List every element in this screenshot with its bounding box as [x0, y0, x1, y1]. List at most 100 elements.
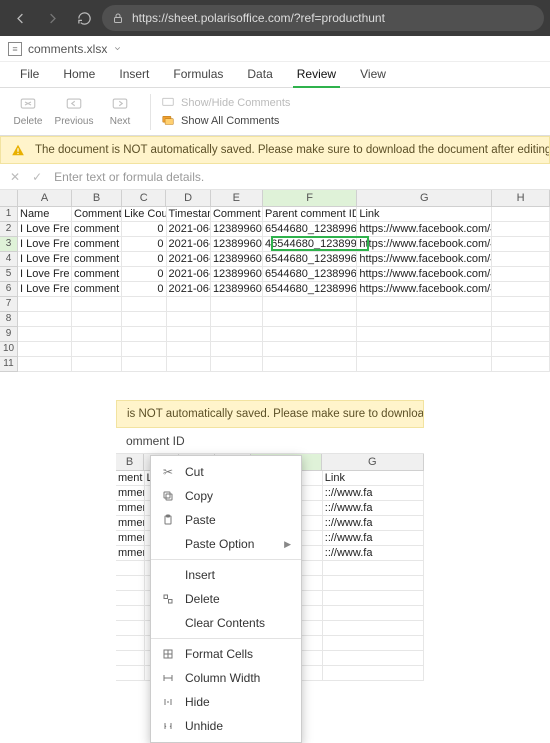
cell[interactable] — [18, 312, 72, 326]
col-header[interactable]: G — [357, 190, 492, 206]
cell[interactable] — [116, 606, 145, 620]
cell[interactable]: 6544680_12389964 — [263, 267, 357, 281]
col-header[interactable]: E — [211, 190, 263, 206]
cell[interactable]: I Love Fre — [18, 282, 72, 296]
cell[interactable] — [167, 357, 211, 371]
col-header[interactable]: G — [322, 454, 424, 470]
cell[interactable] — [263, 297, 357, 311]
address-bar[interactable]: https://sheet.polarisoffice.com/?ref=pro… — [102, 5, 544, 31]
menu-unhide[interactable]: Unhide — [151, 714, 301, 738]
menu-clear-contents[interactable]: Clear Contents — [151, 611, 301, 635]
cell[interactable] — [323, 651, 424, 665]
column-headers[interactable]: ABCDEFGH — [18, 190, 550, 207]
cell[interactable]: 6544680_12389965 — [263, 252, 357, 266]
cell[interactable]: comment — [72, 222, 122, 236]
menu-paste[interactable]: Paste — [151, 508, 301, 532]
cell[interactable]: 2021-06-0 — [167, 267, 211, 281]
menu-column-width[interactable]: Column Width — [151, 666, 301, 690]
menu-insert[interactable]: Insert — [151, 563, 301, 587]
cell[interactable]: I Love Fre — [18, 222, 72, 236]
cell[interactable] — [72, 357, 122, 371]
tab-review[interactable]: Review — [285, 62, 348, 87]
cell[interactable] — [263, 327, 357, 341]
formula-accept-icon[interactable]: ✓ — [32, 170, 42, 184]
cell[interactable] — [323, 606, 424, 620]
cell[interactable] — [18, 327, 72, 341]
cell[interactable] — [211, 327, 263, 341]
previous-comment-button[interactable]: Previous — [54, 96, 94, 128]
cell[interactable]: https://www.facebook.com/4338104903965 — [357, 237, 492, 251]
cell[interactable]: Comment — [211, 207, 263, 221]
cell[interactable] — [18, 297, 72, 311]
show-all-comments-button[interactable]: Show All Comments — [161, 114, 290, 128]
cell[interactable] — [116, 621, 145, 635]
tab-data[interactable]: Data — [235, 62, 284, 87]
cell[interactable]: 123899604 — [211, 237, 263, 251]
cell[interactable]: 0 — [122, 222, 166, 236]
cell[interactable]: https://www.facebook.com/4338104903965 — [357, 252, 492, 266]
col-header[interactable]: B — [72, 190, 122, 206]
cell[interactable]: ment — [116, 471, 145, 485]
col-header[interactable]: F — [263, 190, 357, 206]
menu-format-cells[interactable]: Format Cells — [151, 642, 301, 666]
cell[interactable] — [122, 327, 166, 341]
cell[interactable] — [122, 297, 166, 311]
cell[interactable] — [492, 222, 550, 236]
row-header[interactable]: 4 — [0, 252, 17, 267]
cell[interactable] — [263, 312, 357, 326]
cell[interactable]: Link — [323, 471, 424, 485]
cell[interactable]: 0 — [122, 237, 166, 251]
cell[interactable]: Link — [357, 207, 492, 221]
row-header[interactable]: 7 — [0, 297, 17, 312]
row-header[interactable]: 11 — [0, 357, 17, 372]
delete-comment-button[interactable]: Delete — [8, 96, 48, 128]
cell[interactable] — [492, 357, 550, 371]
cell[interactable] — [357, 357, 492, 371]
cell[interactable] — [357, 327, 492, 341]
cell[interactable]: comment — [72, 252, 122, 266]
cell[interactable] — [211, 297, 263, 311]
cell[interactable]: I Love Fre — [18, 252, 72, 266]
col-header[interactable]: H — [492, 190, 550, 206]
row-headers[interactable]: 1234567891011 — [0, 207, 18, 372]
row-header[interactable]: 1 — [0, 207, 17, 222]
cell[interactable]: 2021-06-0 — [167, 222, 211, 236]
cell[interactable] — [492, 237, 550, 251]
select-all-corner[interactable] — [0, 190, 18, 207]
cell[interactable]: mment — [116, 516, 145, 530]
chevron-down-icon[interactable] — [113, 44, 122, 53]
cell[interactable]: 2021-06-0 — [167, 252, 211, 266]
cell[interactable] — [167, 342, 211, 356]
cell[interactable] — [492, 282, 550, 296]
cell[interactable]: https://www.facebook.com/4338104903965 — [357, 282, 492, 296]
menu-cut[interactable]: ✂Cut — [151, 460, 301, 484]
cell[interactable] — [323, 576, 424, 590]
cell[interactable]: 0 — [122, 252, 166, 266]
col-header[interactable]: D — [166, 190, 210, 206]
tab-formulas[interactable]: Formulas — [161, 62, 235, 87]
cell[interactable]: 0 — [122, 282, 166, 296]
cell[interactable] — [116, 576, 145, 590]
cell[interactable]: Like Count — [122, 207, 166, 221]
cell[interactable]: 0 — [122, 267, 166, 281]
cell[interactable] — [122, 342, 166, 356]
cell[interactable]: Name — [18, 207, 72, 221]
menu-hide[interactable]: Hide — [151, 690, 301, 714]
cell[interactable] — [357, 297, 492, 311]
cell[interactable]: https://www.facebook.com/4338104903965 — [357, 267, 492, 281]
cell[interactable]: 2021-06-0 — [167, 282, 211, 296]
cell[interactable] — [492, 327, 550, 341]
cell[interactable]: Parent comment ID — [263, 207, 357, 221]
cell[interactable]: mment — [116, 486, 145, 500]
cell[interactable] — [211, 357, 263, 371]
cell[interactable] — [116, 591, 145, 605]
cell[interactable] — [323, 621, 424, 635]
cell[interactable]: mment — [116, 531, 145, 545]
tab-home[interactable]: Home — [51, 62, 107, 87]
tab-file[interactable]: File — [8, 62, 51, 87]
cell[interactable]: :://www.fa — [323, 501, 424, 515]
cell[interactable]: :://www.fa — [323, 531, 424, 545]
cell[interactable] — [167, 312, 211, 326]
spreadsheet-top[interactable]: ABCDEFGH 1234567891011 Name Comment Like C… — [0, 190, 550, 372]
forward-icon[interactable] — [38, 4, 66, 32]
